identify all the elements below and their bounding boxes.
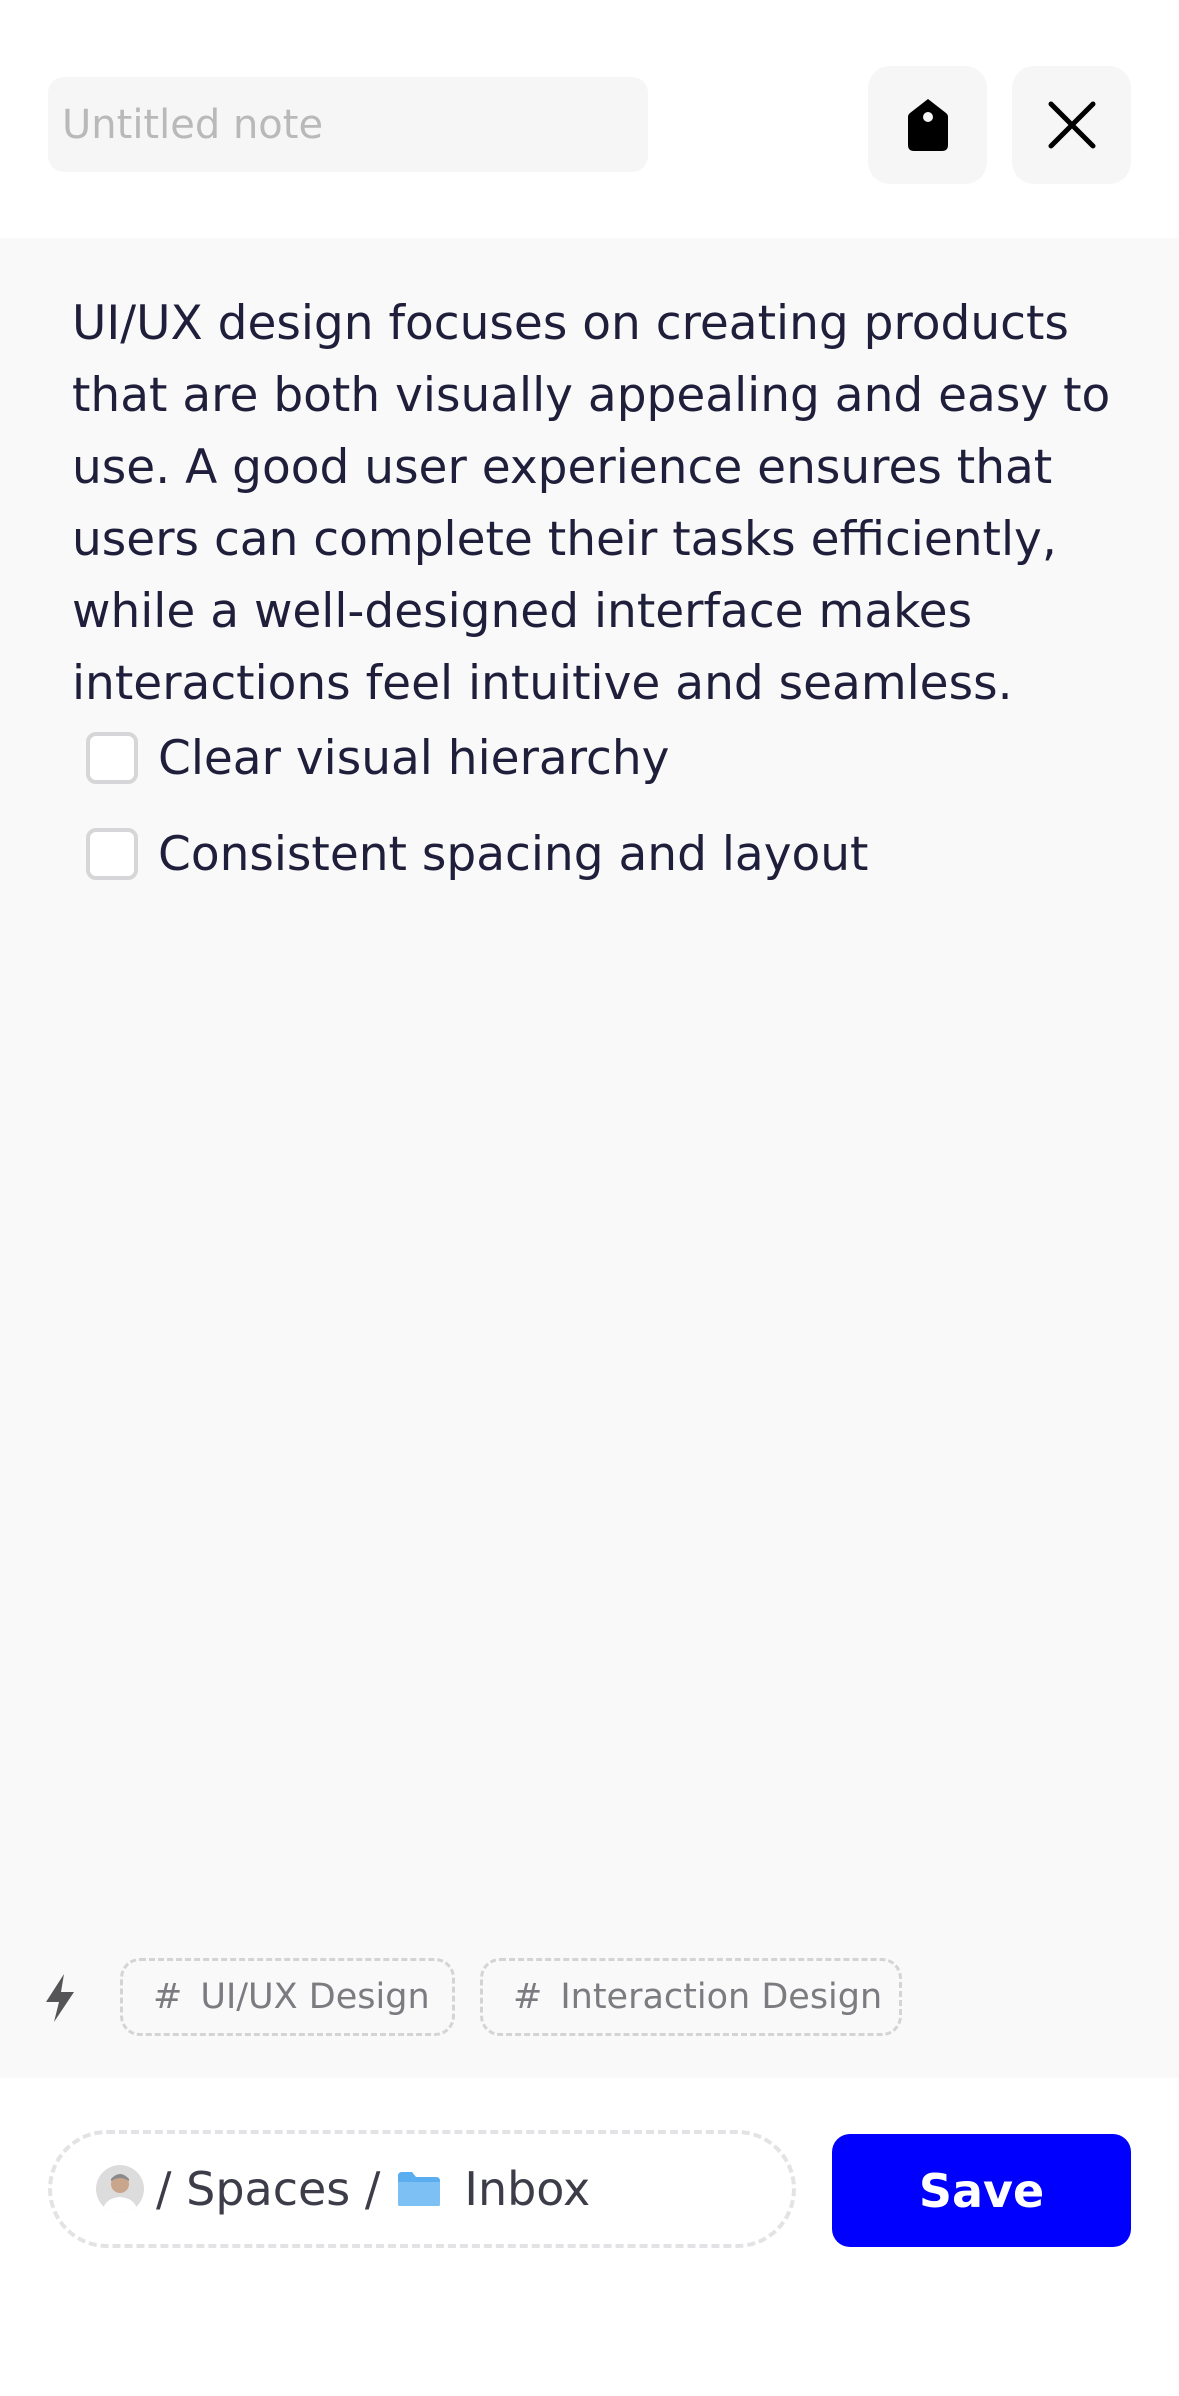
close-icon <box>1048 101 1095 149</box>
breadcrumb-spaces: / Spaces / <box>156 2162 381 2216</box>
checklist: Clear visual hierarchy Consistent spacin… <box>86 731 1086 902</box>
location-picker[interactable]: / Spaces / Inbox <box>48 2130 796 2248</box>
note-title-input[interactable] <box>48 77 648 172</box>
tags-row: # UI/UX Design # Interaction Design <box>0 1958 1179 2038</box>
tag-icon <box>907 99 948 151</box>
tag-label: Interaction Design <box>560 1977 883 2017</box>
close-button[interactable] <box>1012 66 1131 184</box>
tag-chip-ui-ux-design[interactable]: # UI/UX Design <box>120 1958 455 2036</box>
tag-chip-interaction-design[interactable]: # Interaction Design <box>480 1958 902 2036</box>
avatar <box>96 2165 144 2213</box>
tag-button[interactable] <box>868 66 987 184</box>
save-button[interactable]: Save <box>832 2134 1131 2247</box>
folder-label: Inbox <box>464 2162 591 2216</box>
hash-icon: # <box>153 1977 183 2017</box>
checklist-item-label[interactable]: Clear visual hierarchy <box>158 731 669 786</box>
checklist-item-label[interactable]: Consistent spacing and layout <box>158 827 869 882</box>
hash-icon: # <box>513 1977 543 2017</box>
note-footer: / Spaces / Inbox Save <box>0 2078 1179 2396</box>
note-editor[interactable]: UI/UX design focuses on creating product… <box>0 238 1179 2078</box>
checklist-item: Consistent spacing and layout <box>86 806 1086 902</box>
checklist-checkbox[interactable] <box>86 828 138 880</box>
checklist-checkbox[interactable] <box>86 732 138 784</box>
checklist-item: Clear visual hierarchy <box>86 710 1086 806</box>
note-body-text[interactable]: UI/UX design focuses on creating product… <box>72 288 1112 720</box>
note-header <box>0 0 1179 238</box>
folder-icon <box>398 2172 441 2206</box>
bolt-icon[interactable] <box>40 1972 80 2024</box>
tag-label: UI/UX Design <box>200 1977 430 2017</box>
